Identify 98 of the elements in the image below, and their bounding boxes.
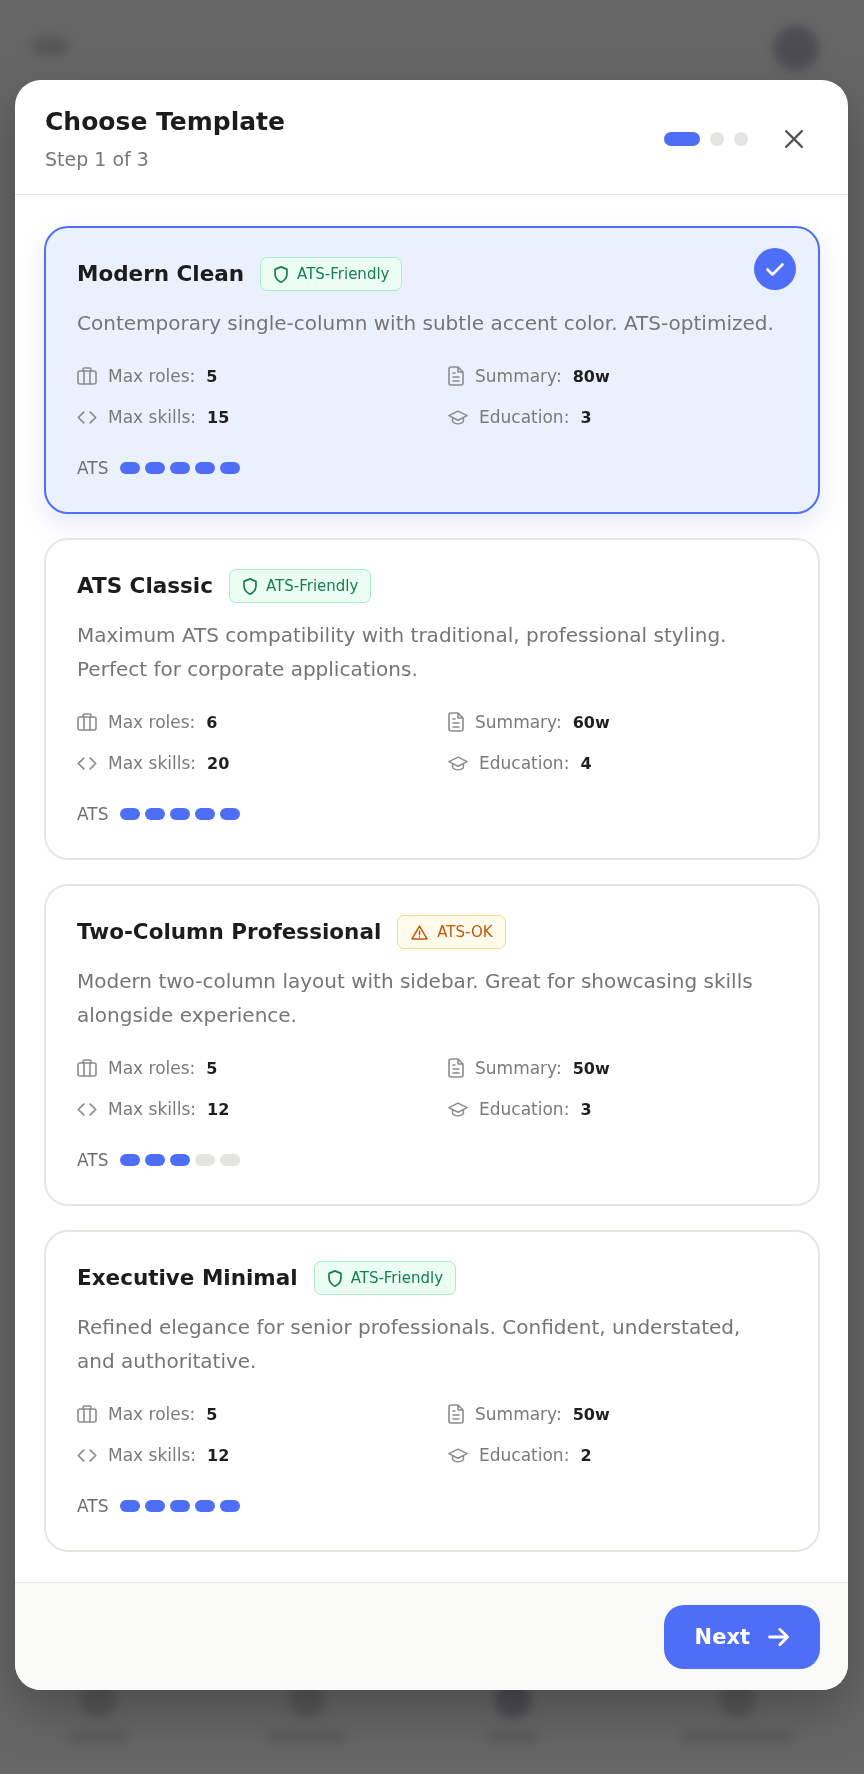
stat-value: 3 — [580, 407, 592, 427]
stat-label: Max roles: — [108, 1058, 196, 1078]
dialog-subtitle: Step 1 of 3 — [45, 147, 150, 171]
stat-value: 5 — [206, 366, 218, 386]
stat-label: Max roles: — [108, 1404, 196, 1424]
stat-label: Max skills: — [108, 1099, 196, 1119]
template-title: Modern Clean — [77, 260, 245, 288]
arrow-right-icon — [768, 1627, 789, 1646]
shield-icon — [243, 577, 257, 595]
code-icon — [77, 1448, 97, 1462]
rating-segment — [119, 1154, 140, 1166]
rating-segment — [169, 1154, 190, 1166]
document-icon — [448, 712, 464, 732]
template-description: Maximum ATS compatibility with traditional, professional styling. Perfect for corporate applications. — [77, 622, 728, 683]
rating-segment — [144, 808, 165, 820]
template-description: Contemporary single-column with subtle accent color. ATS-optimized. — [77, 310, 775, 337]
rating-segment — [119, 462, 140, 474]
graduation-cap-icon — [448, 1101, 468, 1117]
stat-label: Max roles: — [108, 712, 196, 732]
ats-tag-label: ATS-Friendly — [266, 577, 359, 595]
stat-value: 50w — [572, 1058, 610, 1078]
rating-segment — [144, 1154, 165, 1166]
stat-label: Education: — [479, 1445, 570, 1465]
stat-label: Education: — [479, 1099, 570, 1119]
stat-value: 6 — [206, 712, 218, 732]
briefcase-icon — [77, 1405, 97, 1423]
template-description: Modern two-column layout with sidebar. Great for showcasing skills alongside experience. — [77, 968, 754, 1029]
stat-label: Max skills: — [108, 1445, 196, 1465]
rating-segment — [194, 1154, 215, 1166]
rating-segment — [169, 462, 190, 474]
stat-label: Summary: — [475, 366, 562, 386]
stat-value: 5 — [206, 1058, 218, 1078]
stat-value: 3 — [580, 1099, 592, 1119]
template-card[interactable]: ATS Classic ATS-Friendly Maximum ATS compatibility with traditional, professional styling. Perfect for corporate applications. Max roles: 6 Summary: 60w Max skills: 20 Education: 4 ATS — [44, 538, 820, 860]
graduation-cap-icon — [448, 1447, 468, 1463]
stat-label: Max roles: — [108, 366, 196, 386]
rating-segment — [144, 462, 165, 474]
document-icon — [448, 1404, 464, 1424]
dialog-title: Choose Template — [45, 106, 285, 138]
warning-icon — [411, 924, 429, 940]
template-title: Executive Minimal — [77, 1264, 298, 1292]
rating-segment — [219, 1500, 240, 1512]
rating-segment — [144, 1500, 165, 1512]
stat-value: 60w — [572, 712, 610, 732]
stat-label: Max skills: — [108, 753, 196, 773]
stat-value: 15 — [207, 407, 230, 427]
graduation-cap-icon — [448, 755, 468, 771]
stat-value: 12 — [207, 1445, 230, 1465]
shield-icon — [327, 1269, 342, 1287]
ats-tag-label: ATS-Friendly — [297, 265, 390, 283]
stat-label: Summary: — [475, 1058, 562, 1078]
stat-label: Summary: — [475, 712, 562, 732]
stat-label: Summary: — [475, 1404, 562, 1424]
template-description: Refined elegance for senior professionals. Confident, understated, and authoritative. — [77, 1314, 742, 1375]
ats-tag-label: ATS-OK — [437, 923, 493, 941]
checkmark-icon — [754, 248, 796, 290]
stat-label: Education: — [479, 407, 570, 427]
rating-segment — [219, 1154, 240, 1166]
rating-segment — [194, 808, 215, 820]
rating-segment — [169, 1500, 190, 1512]
stat-label: Max skills: — [108, 407, 196, 427]
briefcase-icon — [77, 1059, 97, 1077]
rating-segment — [219, 808, 240, 820]
ats-label: ATS — [77, 1496, 109, 1516]
briefcase-icon — [77, 713, 97, 731]
code-icon — [77, 1102, 97, 1116]
next-button[interactable]: Next — [663, 1604, 820, 1669]
rating-segment — [194, 462, 215, 474]
rating-segment — [194, 1500, 215, 1512]
stat-label: Education: — [479, 753, 570, 773]
code-icon — [77, 756, 97, 770]
document-icon — [448, 1058, 464, 1078]
ats-label: ATS — [77, 458, 109, 478]
rating-segment — [119, 808, 140, 820]
briefcase-icon — [77, 367, 97, 385]
stat-value: 12 — [207, 1099, 230, 1119]
close-icon — [785, 129, 803, 148]
stat-value: 4 — [580, 753, 592, 773]
template-title: Two-Column Professional — [77, 918, 382, 946]
stat-value: 50w — [572, 1404, 610, 1424]
template-card[interactable]: Two-Column Professional ATS-OK Modern two-column layout with sidebar. Great for showcasing skills alongside experience. Max roles: 5 Summary: 50w Max skills: 12 Education: 3 ATS — [44, 884, 820, 1206]
rating-segment — [119, 1500, 140, 1512]
stat-value: 80w — [572, 366, 610, 386]
stat-value: 5 — [206, 1404, 218, 1424]
code-icon — [77, 410, 97, 424]
template-card[interactable]: Modern Clean ATS-Friendly Contemporary single-column with subtle accent color. ATS-optimized. Max roles: 5 Summary: 80w Max skills: 15 Education: 3 ATS — [44, 226, 820, 514]
stat-value: 20 — [207, 753, 230, 773]
document-icon — [448, 366, 464, 386]
rating-segment — [219, 462, 240, 474]
template-card[interactable]: Executive Minimal ATS-Friendly Refined elegance for senior professionals. Confident, understated, and authoritative. Max roles: 5 Summary: 50w Max skills: 12 Education: 2 ATS — [44, 1230, 820, 1552]
ats-tag-label: ATS-Friendly — [350, 1269, 443, 1287]
stat-value: 2 — [580, 1445, 592, 1465]
ats-label: ATS — [77, 804, 109, 824]
template-title: ATS Classic — [77, 572, 213, 600]
shield-icon — [274, 265, 289, 283]
rating-segment — [169, 808, 190, 820]
graduation-cap-icon — [448, 409, 468, 425]
ats-label: ATS — [77, 1150, 109, 1170]
